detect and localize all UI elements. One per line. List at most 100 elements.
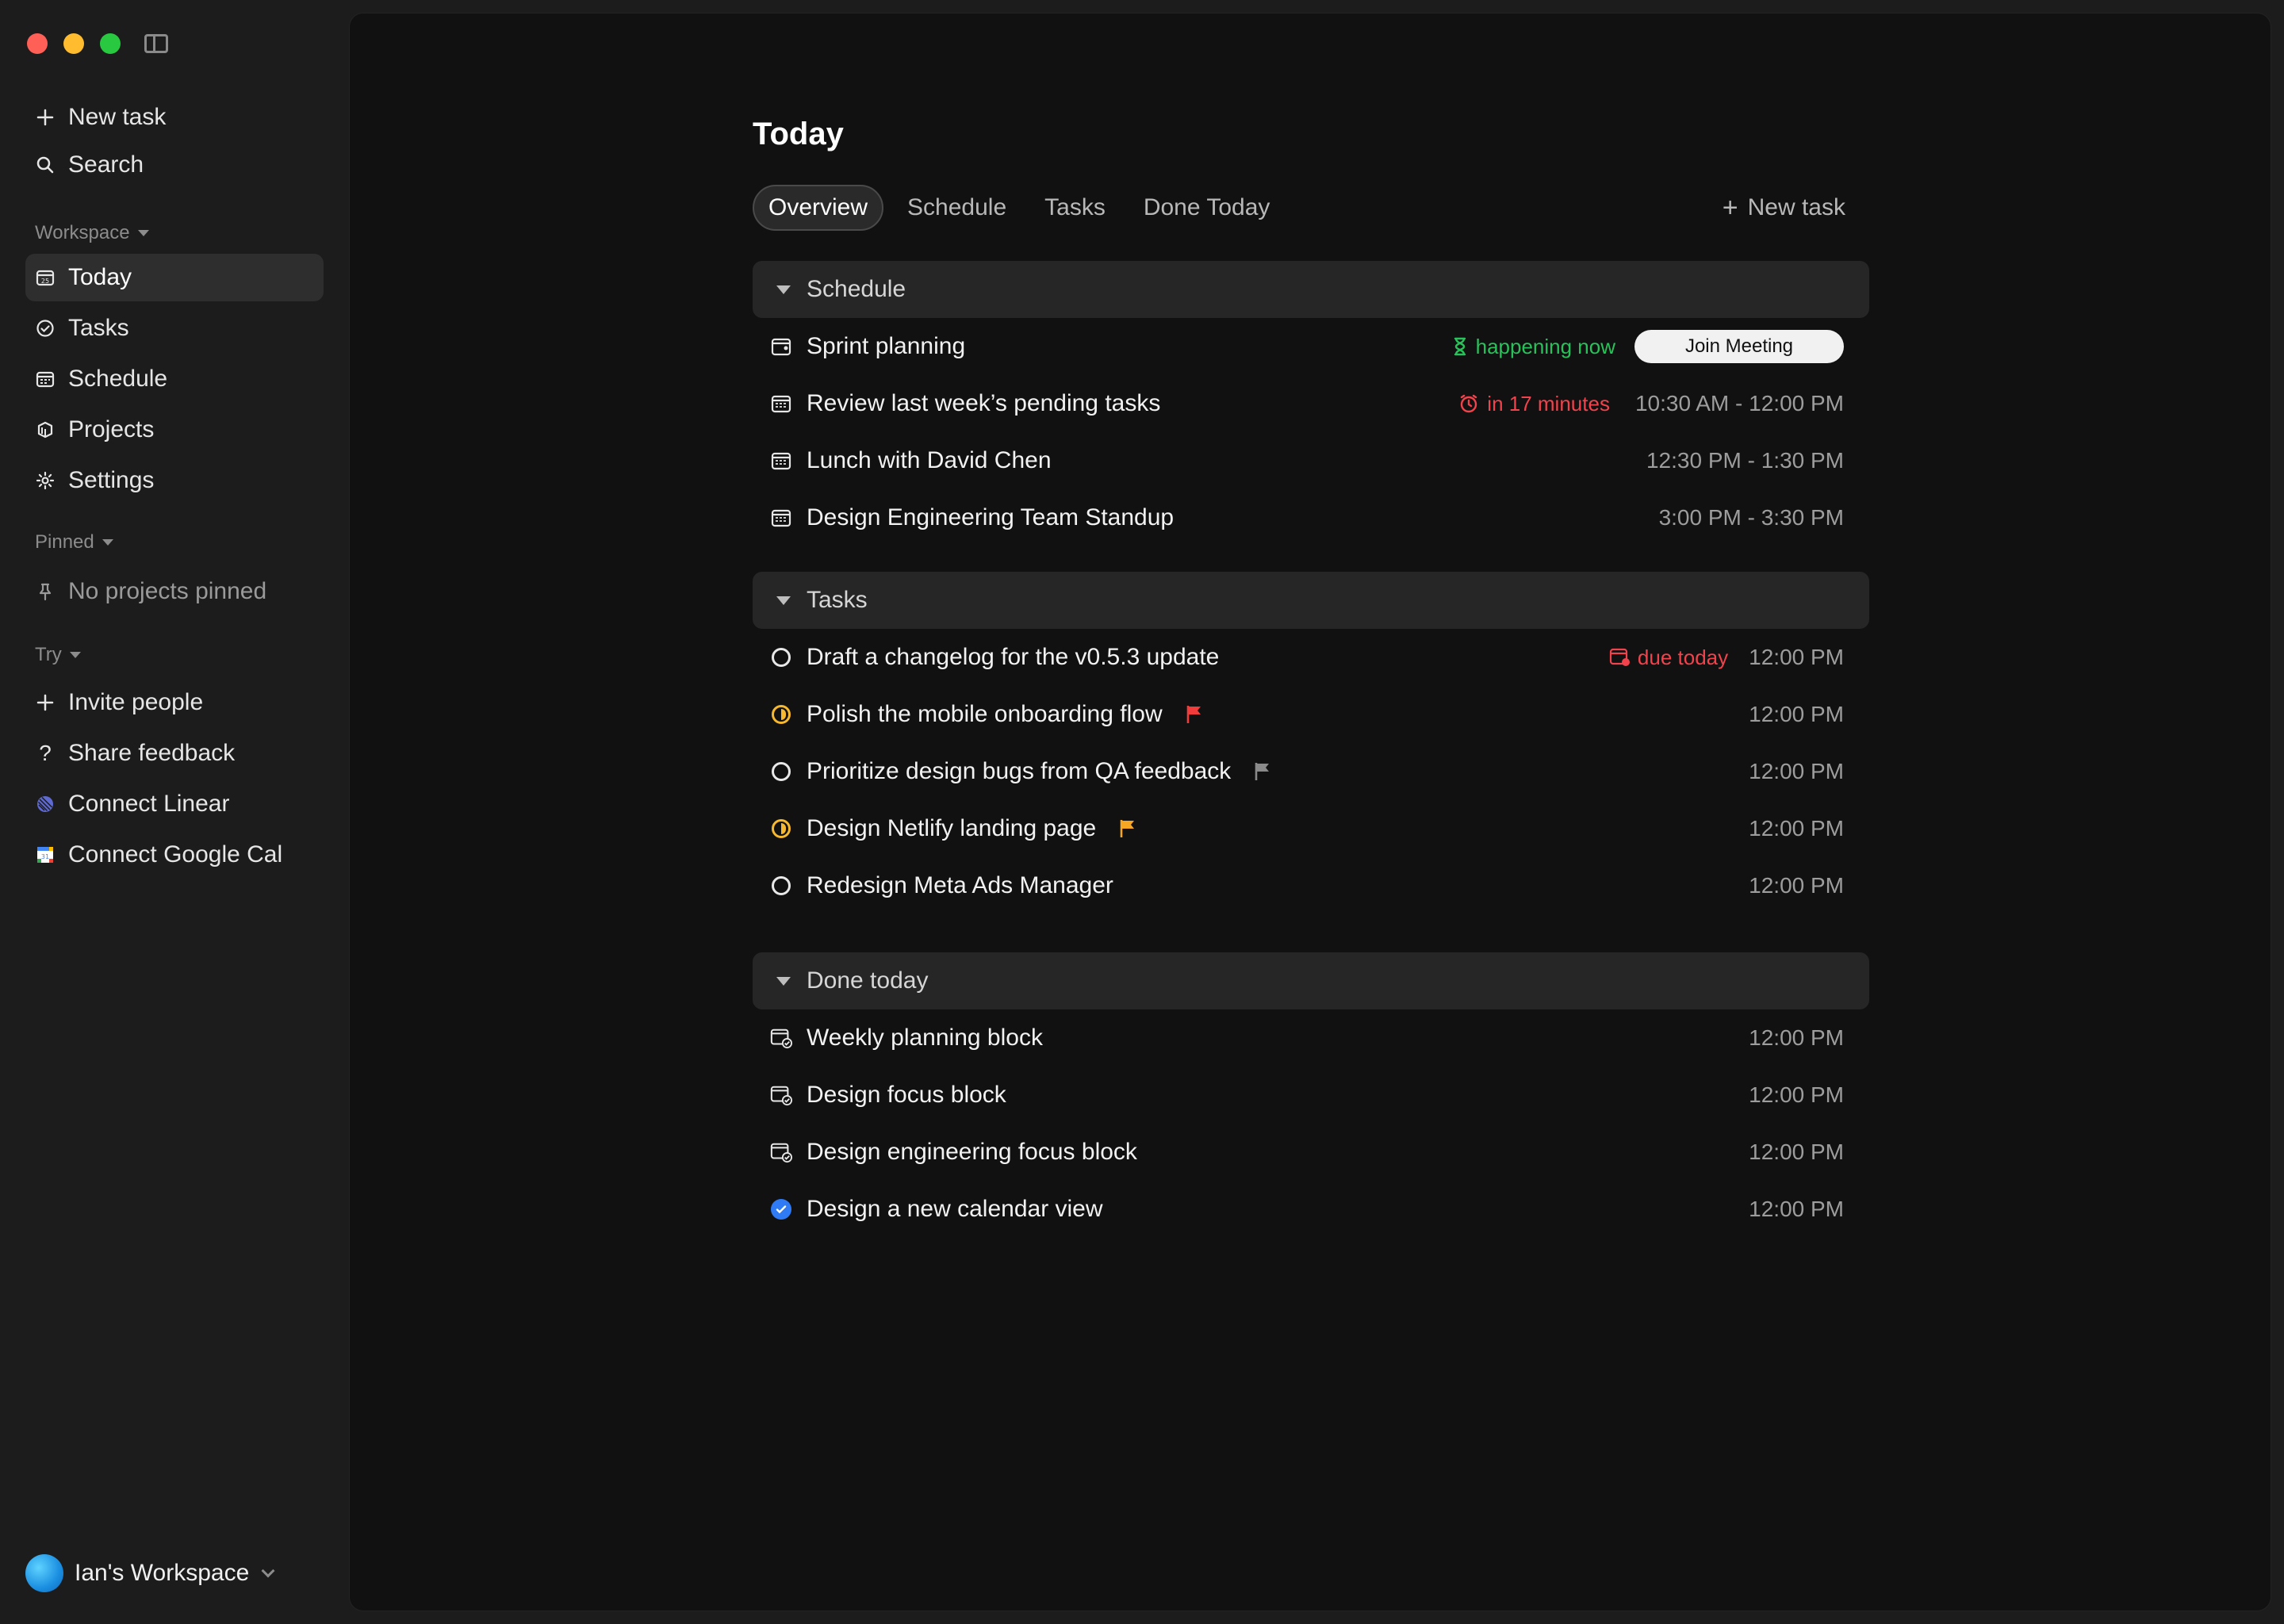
sidebar-item-settings[interactable]: Settings	[25, 457, 324, 504]
sidebar: New task Search Workspace 25 Today Tasks…	[0, 0, 349, 1624]
collapse-triangle-icon	[776, 976, 791, 986]
done-row[interactable]: Weekly planning block 12:00 PM	[753, 1009, 1869, 1067]
done-row[interactable]: Design focus block 12:00 PM	[753, 1067, 1869, 1124]
due-today-badge: due today	[1609, 645, 1728, 670]
priority-flag-icon[interactable]	[1118, 818, 1137, 839]
new-task-button[interactable]: + New task	[1723, 185, 1845, 231]
calendar-check-icon	[770, 1027, 792, 1049]
done-title: Weekly planning block	[807, 1025, 1043, 1051]
task-checkbox[interactable]	[770, 1198, 792, 1220]
task-title: Prioritize design bugs from QA feedback	[807, 758, 1232, 784]
svg-text:25: 25	[41, 278, 49, 285]
minimize-window-button[interactable]	[63, 33, 84, 54]
done-row[interactable]: Design a new calendar view 12:00 PM	[753, 1181, 1869, 1238]
try-section-header[interactable]: Try	[35, 644, 81, 666]
in-progress-icon	[772, 705, 791, 724]
page-title: Today	[753, 117, 844, 151]
priority-flag-icon[interactable]	[1185, 704, 1204, 725]
alarm-clock-icon	[1461, 394, 1477, 413]
done-today-section-header[interactable]: Done today	[753, 952, 1869, 1009]
workspace-name: Ian's Workspace	[75, 1560, 250, 1586]
sidebar-item-connect-google-cal[interactable]: 31 Connect Google Cal	[25, 831, 324, 879]
linear-logo-icon	[35, 794, 56, 814]
task-title: Polish the mobile onboarding flow	[807, 701, 1163, 727]
schedule-section-header[interactable]: Schedule	[753, 261, 1869, 318]
event-time: 12:30 PM - 1:30 PM	[1646, 448, 1844, 473]
done-row[interactable]: Design engineering focus block 12:00 PM	[753, 1124, 1869, 1181]
completed-check-icon	[771, 1199, 791, 1220]
section-title: Done today	[807, 967, 929, 994]
priority-flag-icon[interactable]	[1253, 761, 1272, 782]
avatar	[25, 1554, 63, 1592]
plus-icon	[35, 107, 56, 128]
chevron-down-icon	[261, 1564, 275, 1578]
workspace-header-label: Workspace	[35, 222, 130, 243]
task-checkbox[interactable]	[770, 818, 792, 840]
task-time: 12:00 PM	[1749, 873, 1844, 898]
task-row[interactable]: Prioritize design bugs from QA feedback …	[753, 743, 1869, 800]
section-title: Schedule	[807, 276, 906, 302]
view-tabs: Overview Schedule Tasks Done Today	[753, 185, 1293, 231]
sidebar-item-share-feedback[interactable]: ? Share feedback	[25, 730, 324, 777]
calendar-icon	[35, 369, 56, 389]
task-checkbox[interactable]	[770, 646, 792, 668]
sidebar-item-label: Projects	[68, 416, 155, 442]
try-header-label: Try	[35, 644, 62, 665]
tab-done-today[interactable]: Done Today	[1129, 185, 1285, 231]
tab-tasks[interactable]: Tasks	[1030, 185, 1120, 231]
section-title: Tasks	[807, 587, 868, 613]
schedule-row[interactable]: Lunch with David Chen 12:30 PM - 1:30 PM	[753, 432, 1869, 489]
starting-soon-status: in 17 minutes	[1458, 392, 1610, 416]
task-time: 12:00 PM	[1749, 816, 1844, 841]
event-title: Review last week’s pending tasks	[807, 390, 1161, 416]
schedule-row[interactable]: Sprint planning happening now Join Meeti…	[753, 318, 1869, 375]
sidebar-new-task[interactable]: New task	[25, 94, 324, 141]
sidebar-search[interactable]: Search	[25, 141, 324, 189]
collapse-triangle-icon	[776, 596, 791, 605]
workspace-section-header[interactable]: Workspace	[35, 222, 149, 244]
sidebar-item-connect-linear[interactable]: Connect Linear	[25, 780, 324, 828]
svg-text:31: 31	[41, 853, 49, 860]
task-checkbox[interactable]	[770, 875, 792, 897]
zoom-window-button[interactable]	[100, 33, 121, 54]
collapse-triangle-icon	[776, 285, 791, 294]
caret-down-icon	[102, 539, 113, 546]
done-time: 12:00 PM	[1749, 1082, 1844, 1107]
google-calendar-icon: 31	[35, 845, 56, 865]
tab-overview[interactable]: Overview	[753, 185, 884, 231]
task-row[interactable]: Design Netlify landing page 12:00 PM	[753, 800, 1869, 857]
done-time: 12:00 PM	[1749, 1197, 1844, 1221]
calendar-event-icon	[770, 393, 792, 415]
calendar-event-icon	[770, 335, 792, 358]
sidebar-item-tasks[interactable]: Tasks	[25, 304, 324, 352]
done-time: 12:00 PM	[1749, 1025, 1844, 1050]
calendar-event-icon	[770, 450, 792, 472]
sidebar-item-today[interactable]: 25 Today	[25, 254, 324, 301]
workspace-switcher[interactable]: Ian's Workspace	[25, 1554, 275, 1592]
event-time: 10:30 AM - 12:00 PM	[1634, 391, 1844, 416]
task-checkbox[interactable]	[770, 760, 792, 783]
join-meeting-button[interactable]: Join Meeting	[1634, 330, 1844, 363]
todo-circle-icon	[772, 648, 791, 667]
happening-now-status: happening now	[1452, 335, 1615, 359]
pinned-empty-label: No projects pinned	[68, 578, 267, 604]
task-checkbox[interactable]	[770, 703, 792, 726]
task-row[interactable]: Polish the mobile onboarding flow 12:00 …	[753, 686, 1869, 743]
sidebar-item-invite-people[interactable]: Invite people	[25, 679, 324, 726]
sidebar-item-schedule[interactable]: Schedule	[25, 355, 324, 403]
done-title: Design engineering focus block	[807, 1139, 1137, 1165]
close-window-button[interactable]	[27, 33, 48, 54]
task-row[interactable]: Draft a changelog for the v0.5.3 update …	[753, 629, 1869, 686]
sidebar-toggle-icon[interactable]	[144, 34, 168, 53]
event-title: Lunch with David Chen	[807, 447, 1052, 473]
task-time: 12:00 PM	[1749, 645, 1844, 669]
calendar-day-icon: 25	[35, 267, 56, 288]
tab-schedule[interactable]: Schedule	[893, 185, 1021, 231]
sidebar-item-projects[interactable]: Projects	[25, 406, 324, 454]
schedule-row[interactable]: Review last week’s pending tasks in 17 m…	[753, 375, 1869, 432]
schedule-row[interactable]: Design Engineering Team Standup 3:00 PM …	[753, 489, 1869, 546]
task-row[interactable]: Redesign Meta Ads Manager 12:00 PM	[753, 857, 1869, 914]
tasks-section-header[interactable]: Tasks	[753, 572, 1869, 629]
pinned-section-header[interactable]: Pinned	[35, 531, 113, 553]
calendar-event-icon	[770, 507, 792, 529]
